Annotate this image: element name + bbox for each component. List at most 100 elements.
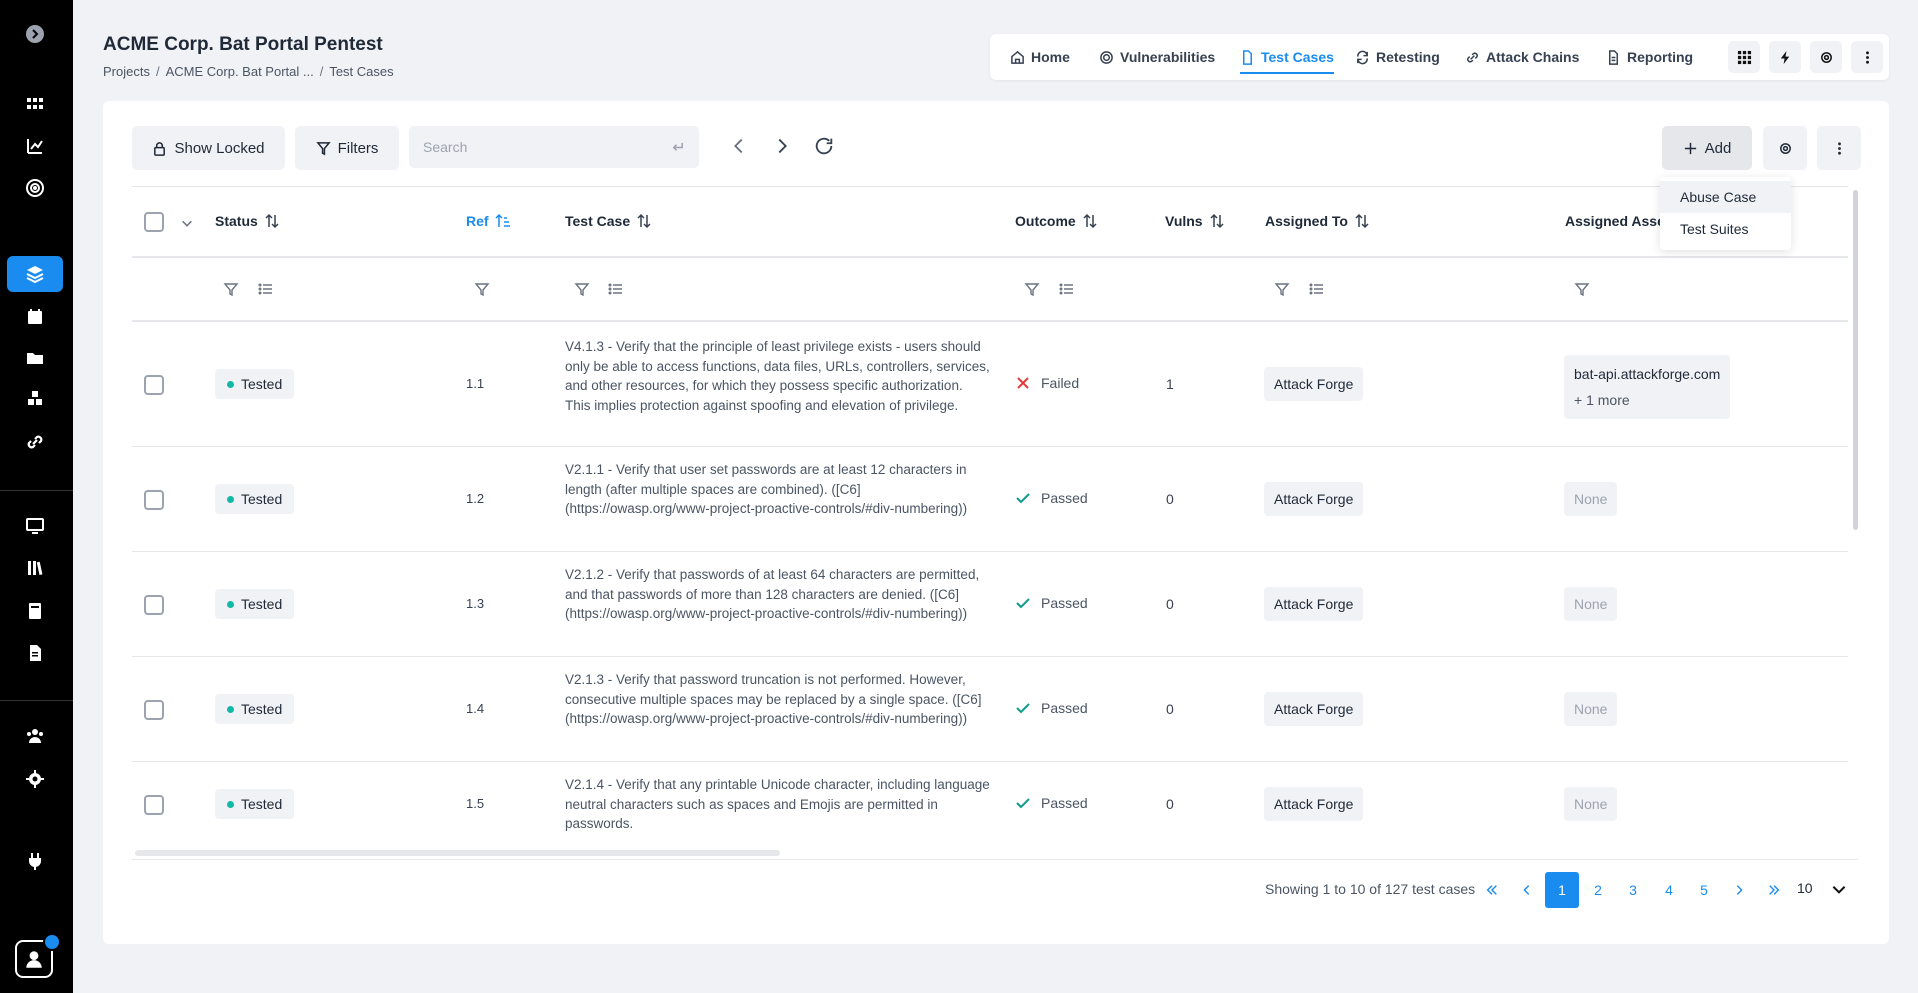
filters-button[interactable]: Filters <box>295 126 399 170</box>
list-icon[interactable] <box>1309 281 1325 297</box>
page-1-button[interactable]: 1 <box>1545 872 1579 908</box>
page-5-button[interactable]: 5 <box>1687 872 1721 908</box>
prev-page-button[interactable] <box>1510 872 1544 908</box>
column-status[interactable]: Status <box>215 213 280 229</box>
filter-icon[interactable] <box>574 281 590 297</box>
rail-dashboard[interactable] <box>7 86 63 122</box>
rail-users[interactable] <box>7 718 63 754</box>
project-settings-button[interactable] <box>1810 41 1842 73</box>
chevron-right-icon <box>778 138 787 154</box>
column-vulns[interactable]: Vulns <box>1165 213 1225 229</box>
filter-icon[interactable] <box>1024 281 1040 297</box>
table-settings-button[interactable] <box>1763 126 1807 170</box>
filter-icon <box>315 141 331 155</box>
nav-reporting[interactable]: Reporting <box>1606 34 1693 80</box>
sort-icon <box>637 213 651 229</box>
row-checkbox[interactable] <box>144 595 164 615</box>
add-button[interactable]: Add <box>1662 126 1752 170</box>
add-test-suites-item[interactable]: Test Suites <box>1660 213 1791 245</box>
page-3-button[interactable]: 3 <box>1616 872 1650 908</box>
calendar-icon <box>28 309 42 324</box>
expand-rail-button[interactable] <box>7 16 63 52</box>
apps-grid-icon <box>1737 50 1751 64</box>
test-case-cell[interactable]: V2.1.3 - Verify that password truncation… <box>565 670 990 729</box>
asset-badge[interactable]: bat-api.attackforge.com + 1 more <box>1564 355 1731 419</box>
next-page-button[interactable] <box>1722 872 1756 908</box>
list-icon[interactable] <box>258 281 274 297</box>
search-box[interactable] <box>409 126 699 168</box>
row-checkbox[interactable] <box>144 795 164 815</box>
table-row[interactable]: Tested 1.3 V2.1.2 - Verify that password… <box>132 552 1848 657</box>
column-outcome[interactable]: Outcome <box>1015 213 1098 229</box>
first-page-button[interactable] <box>1475 872 1509 908</box>
row-checkbox[interactable] <box>144 490 164 510</box>
previous-button[interactable] <box>724 131 754 161</box>
next-button[interactable] <box>767 131 797 161</box>
rail-links[interactable] <box>7 424 63 460</box>
nav-test-cases[interactable]: Test Cases <box>1240 34 1334 80</box>
refresh-button[interactable] <box>809 131 839 161</box>
row-checkbox[interactable] <box>144 700 164 720</box>
rail-folders[interactable] <box>7 340 63 376</box>
show-locked-button[interactable]: Show Locked <box>132 126 285 170</box>
chevron-down-icon[interactable] <box>180 216 194 230</box>
column-assigned-to[interactable]: Assigned To <box>1265 213 1370 229</box>
column-test-case[interactable]: Test Case <box>565 213 652 229</box>
rail-projects[interactable] <box>7 256 63 292</box>
breadcrumb-current: Test Cases <box>329 64 394 79</box>
assignee-badge[interactable]: Attack Forge <box>1264 587 1364 621</box>
table-row[interactable]: Tested 1.5 V2.1.4 - Verify that any prin… <box>132 762 1848 850</box>
table-row[interactable]: Tested 1.4 V2.1.3 - Verify that password… <box>132 657 1848 762</box>
assignee-badge[interactable]: Attack Forge <box>1264 482 1364 516</box>
test-case-cell[interactable]: V2.1.2 - Verify that passwords of at lea… <box>565 565 990 624</box>
rail-targets[interactable] <box>7 170 63 206</box>
list-icon[interactable] <box>1059 281 1075 297</box>
notification-badge <box>43 933 61 951</box>
table-row[interactable]: Tested 1.2 V2.1.1 - Verify that user set… <box>132 447 1848 552</box>
filter-icon[interactable] <box>1574 281 1590 297</box>
apps-button[interactable] <box>1728 41 1760 73</box>
filter-icon[interactable] <box>474 281 490 297</box>
last-page-button[interactable] <box>1757 872 1791 908</box>
rail-integrations[interactable] <box>7 843 63 879</box>
rail-settings[interactable] <box>7 761 63 797</box>
breadcrumb-projects[interactable]: Projects <box>103 64 150 79</box>
breadcrumb-project[interactable]: ACME Corp. Bat Portal ... <box>166 64 314 79</box>
quick-actions-button[interactable] <box>1769 41 1801 73</box>
table-more-button[interactable] <box>1817 126 1861 170</box>
horizontal-scrollbar[interactable] <box>135 850 780 856</box>
vertical-scrollbar[interactable] <box>1853 190 1858 530</box>
select-all-checkbox[interactable] <box>144 212 164 232</box>
nav-retesting[interactable]: Retesting <box>1355 34 1440 80</box>
test-case-cell[interactable]: V2.1.1 - Verify that user set passwords … <box>565 460 990 519</box>
test-case-cell[interactable]: V2.1.4 - Verify that any printable Unico… <box>565 775 990 834</box>
rail-analytics[interactable] <box>7 128 63 164</box>
nav-home[interactable]: Home <box>1010 34 1070 80</box>
rail-calendar[interactable] <box>7 299 63 335</box>
page-4-button[interactable]: 4 <box>1652 872 1686 908</box>
filter-icon[interactable] <box>223 281 239 297</box>
list-icon[interactable] <box>608 281 624 297</box>
rail-desktop[interactable] <box>7 508 63 544</box>
assignee-badge[interactable]: Attack Forge <box>1264 787 1364 821</box>
page-size-value[interactable]: 10 <box>1797 880 1813 896</box>
table-row[interactable]: Tested 1.1 V4.1.3 - Verify that the prin… <box>132 322 1848 447</box>
add-abuse-case-item[interactable]: Abuse Case <box>1660 181 1791 213</box>
rail-book[interactable] <box>7 593 63 629</box>
nav-vulnerabilities[interactable]: Vulnerabilities <box>1099 34 1215 80</box>
rail-groups[interactable] <box>7 381 63 417</box>
search-input[interactable] <box>423 139 643 155</box>
column-assigned-assets[interactable]: Assigned Asse <box>1565 213 1665 229</box>
rail-documents[interactable] <box>7 635 63 671</box>
row-checkbox[interactable] <box>144 375 164 395</box>
test-case-cell[interactable]: V4.1.3 - Verify that the principle of le… <box>565 337 990 415</box>
page-2-button[interactable]: 2 <box>1581 872 1615 908</box>
filter-icon[interactable] <box>1274 281 1290 297</box>
rail-library[interactable] <box>7 550 63 586</box>
assignee-badge[interactable]: Attack Forge <box>1264 367 1364 401</box>
assignee-badge[interactable]: Attack Forge <box>1264 692 1364 726</box>
nav-attack-chains[interactable]: Attack Chains <box>1465 34 1579 80</box>
chevron-down-icon[interactable] <box>1830 880 1848 898</box>
column-ref[interactable]: Ref <box>466 213 511 229</box>
more-menu-button[interactable] <box>1851 41 1883 73</box>
